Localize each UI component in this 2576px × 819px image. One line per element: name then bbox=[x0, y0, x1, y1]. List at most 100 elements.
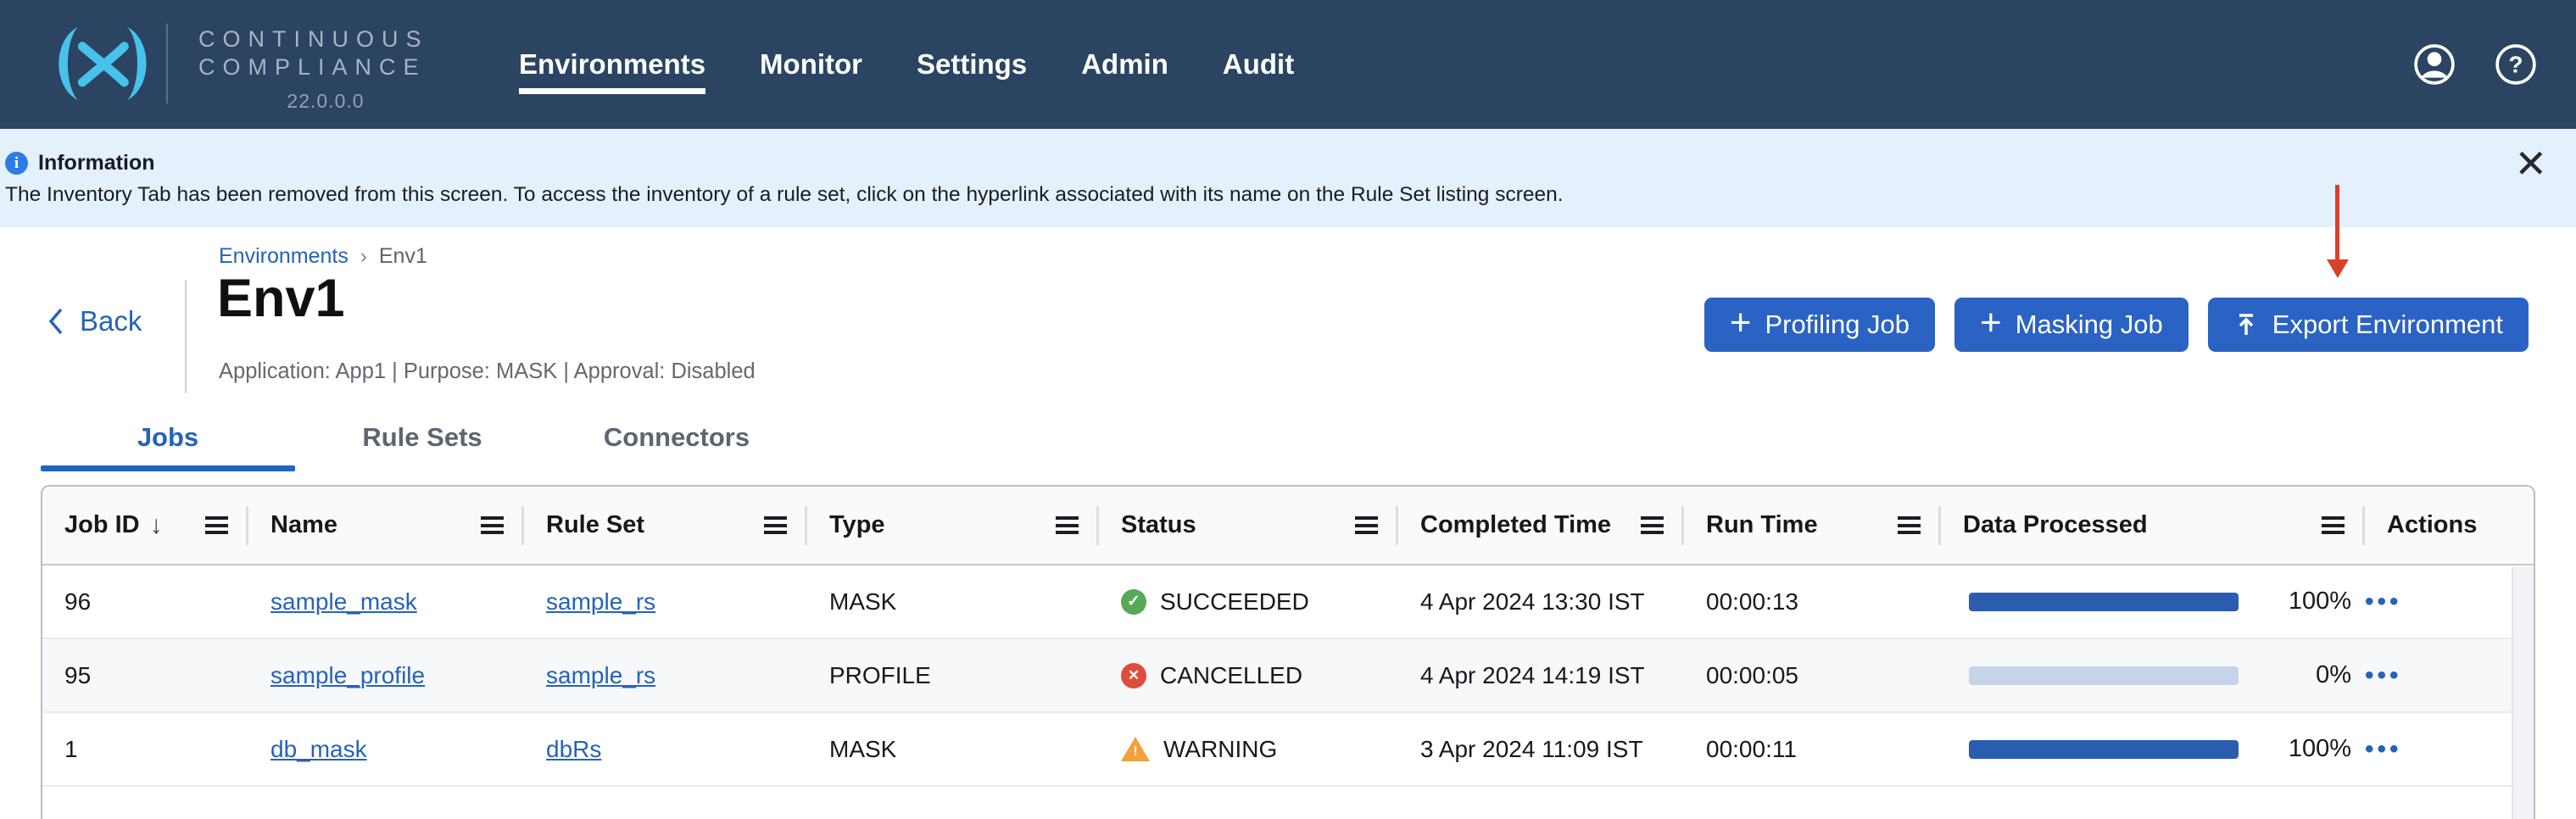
page-subtitle: Application: App1 | Purpose: MASK | Appr… bbox=[219, 359, 756, 384]
data-processed-cell: 100% bbox=[1941, 566, 2365, 638]
completed-time-cell: 4 Apr 2024 14:19 IST bbox=[1398, 639, 1684, 711]
column-header-data-processed: Data Processed bbox=[1941, 487, 2365, 564]
breadcrumb-current: Env1 bbox=[379, 244, 427, 269]
column-header-job-id: Job ID ↓ bbox=[42, 487, 248, 564]
main-nav: Environments Monitor Settings Admin Audi… bbox=[519, 0, 1294, 129]
row-actions-button[interactable]: ••• bbox=[2365, 588, 2402, 616]
job-type-cell: MASK bbox=[807, 566, 1099, 638]
export-environment-button[interactable]: Export Environment bbox=[2208, 298, 2529, 352]
active-tab-underline bbox=[41, 465, 295, 471]
export-icon bbox=[2233, 312, 2259, 337]
info-icon: i bbox=[5, 152, 28, 175]
run-time-cell: 00:00:13 bbox=[1684, 566, 1941, 638]
masking-job-button[interactable]: + Masking Job bbox=[1954, 298, 2188, 352]
nav-item-admin[interactable]: Admin bbox=[1081, 48, 1168, 81]
progress-bar bbox=[1969, 740, 2239, 759]
tab-connectors[interactable]: Connectors bbox=[549, 422, 804, 453]
status-cancelled-icon bbox=[1121, 663, 1146, 688]
nav-item-audit[interactable]: Audit bbox=[1223, 48, 1294, 81]
masking-job-label: Masking Job bbox=[2016, 309, 2163, 340]
column-header-rule-set: Rule Set bbox=[524, 487, 807, 564]
top-navbar: CONTINUOUS COMPLIANCE 22.0.0.0 Environme… bbox=[0, 0, 2576, 129]
nav-item-settings[interactable]: Settings bbox=[917, 48, 1027, 81]
rule-set-link[interactable]: sample_rs bbox=[546, 662, 655, 689]
progress-percent: 0% bbox=[2316, 661, 2351, 689]
job-type-cell: PROFILE bbox=[807, 639, 1099, 711]
job-type-cell: MASK bbox=[807, 713, 1099, 785]
column-header-name: Name bbox=[248, 487, 524, 564]
tab-rule-sets[interactable]: Rule Sets bbox=[295, 422, 549, 453]
user-account-icon[interactable] bbox=[2413, 43, 2456, 86]
row-actions-button[interactable]: ••• bbox=[2365, 735, 2402, 764]
info-banner: i Information The Inventory Tab has been… bbox=[0, 129, 2576, 227]
column-menu-icon[interactable] bbox=[1056, 516, 1079, 534]
delphix-logo-icon bbox=[39, 20, 166, 107]
column-header-run-time: Run Time bbox=[1684, 487, 1941, 564]
svg-text:?: ? bbox=[2508, 51, 2523, 77]
progress-percent: 100% bbox=[2289, 735, 2351, 763]
nav-item-environments[interactable]: Environments bbox=[519, 48, 705, 81]
job-id-cell: 96 bbox=[42, 566, 248, 638]
back-button[interactable]: Back bbox=[47, 305, 142, 337]
brand-text: CONTINUOUS COMPLIANCE 22.0.0.0 bbox=[198, 25, 453, 115]
column-header-completed-time: Completed Time bbox=[1398, 487, 1684, 564]
progress-bar bbox=[1969, 593, 2239, 611]
banner-title: Information bbox=[38, 151, 155, 176]
logo-divider bbox=[166, 24, 168, 103]
breadcrumb-chevron-icon: › bbox=[360, 245, 367, 269]
status-cell: CANCELLED bbox=[1099, 639, 1398, 711]
data-processed-cell: 100% bbox=[1941, 713, 2365, 785]
nav-item-monitor[interactable]: Monitor bbox=[760, 48, 862, 81]
table-row: 95 sample_profile sample_rs PROFILE CANC… bbox=[42, 639, 2534, 713]
profiling-job-label: Profiling Job bbox=[1765, 309, 1910, 340]
column-header-type: Type bbox=[807, 487, 1099, 564]
annotation-arrow-icon bbox=[2327, 185, 2349, 283]
completed-time-cell: 4 Apr 2024 13:30 IST bbox=[1398, 566, 1684, 638]
close-icon[interactable]: ✕ bbox=[2514, 144, 2547, 183]
plus-icon: + bbox=[1980, 304, 2002, 342]
row-actions-button[interactable]: ••• bbox=[2365, 661, 2402, 690]
column-menu-icon[interactable] bbox=[2322, 516, 2345, 534]
back-label: Back bbox=[80, 305, 142, 337]
sort-descending-icon[interactable]: ↓ bbox=[150, 511, 163, 540]
jobs-table: Job ID ↓ Name Rule Set Type Status Co bbox=[41, 485, 2535, 819]
help-icon[interactable]: ? bbox=[2495, 43, 2537, 86]
breadcrumb-environments-link[interactable]: Environments bbox=[219, 244, 348, 269]
column-menu-icon[interactable] bbox=[1355, 516, 1378, 534]
rule-set-link[interactable]: sample_rs bbox=[546, 588, 655, 616]
column-menu-icon[interactable] bbox=[1898, 516, 1921, 534]
status-label: WARNING bbox=[1163, 736, 1277, 763]
job-name-link[interactable]: db_mask bbox=[270, 736, 367, 763]
header-buttons: + Profiling Job + Masking Job Export Env… bbox=[1704, 298, 2529, 352]
title-divider bbox=[185, 280, 187, 393]
status-warning-icon bbox=[1121, 737, 1150, 761]
status-label: CANCELLED bbox=[1160, 662, 1302, 689]
page-title: Env1 bbox=[217, 268, 345, 329]
brand-line2: COMPLIANCE bbox=[198, 53, 453, 81]
tab-jobs[interactable]: Jobs bbox=[41, 422, 295, 453]
tab-bar: Jobs Rule Sets Connectors bbox=[41, 422, 804, 453]
data-processed-cell: 0% bbox=[1941, 639, 2365, 711]
completed-time-cell: 3 Apr 2024 11:09 IST bbox=[1398, 713, 1684, 785]
column-menu-icon[interactable] bbox=[764, 516, 787, 534]
table-row: 96 sample_mask sample_rs MASK SUCCEEDED … bbox=[42, 566, 2534, 639]
profiling-job-button[interactable]: + Profiling Job bbox=[1704, 298, 1935, 352]
job-name-link[interactable]: sample_profile bbox=[270, 662, 425, 689]
breadcrumb: Environments › Env1 bbox=[219, 244, 427, 269]
table-header-row: Job ID ↓ Name Rule Set Type Status Co bbox=[42, 487, 2534, 566]
run-time-cell: 00:00:11 bbox=[1684, 713, 1941, 785]
column-menu-icon[interactable] bbox=[205, 516, 228, 534]
status-success-icon bbox=[1121, 589, 1146, 615]
table-scrollbar[interactable] bbox=[2512, 567, 2534, 819]
brand-line1: CONTINUOUS bbox=[198, 25, 453, 53]
job-name-link[interactable]: sample_mask bbox=[270, 588, 417, 616]
banner-message: The Inventory Tab has been removed from … bbox=[5, 183, 1564, 207]
column-menu-icon[interactable] bbox=[481, 516, 504, 534]
status-label: SUCCEEDED bbox=[1160, 588, 1309, 616]
status-cell: SUCCEEDED bbox=[1099, 566, 1398, 638]
job-id-cell: 95 bbox=[42, 639, 248, 711]
job-id-cell: 1 bbox=[42, 713, 248, 785]
column-menu-icon[interactable] bbox=[1641, 516, 1664, 534]
nav-icons: ? bbox=[2413, 0, 2537, 129]
rule-set-link[interactable]: dbRs bbox=[546, 736, 601, 763]
